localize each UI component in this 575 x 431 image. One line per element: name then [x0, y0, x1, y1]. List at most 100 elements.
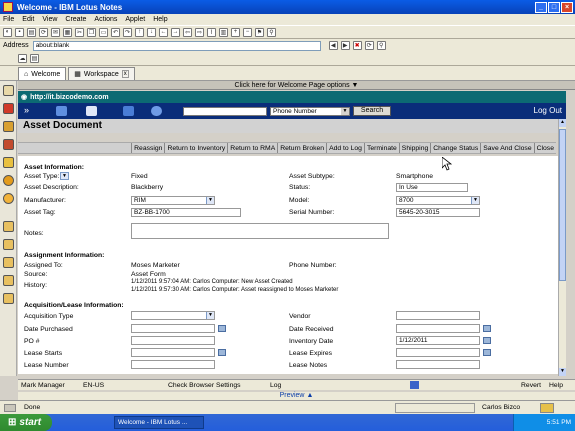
right-arrow-icon[interactable]: → — [171, 27, 180, 37]
status-field[interactable]: In Use — [396, 183, 468, 192]
help-link[interactable]: Help — [549, 382, 563, 389]
menu-create[interactable]: Create — [65, 16, 86, 23]
calendar-icon[interactable]: ▦ — [63, 27, 72, 37]
mail-bookmark-icon[interactable] — [3, 103, 14, 114]
copy-icon[interactable]: ❐ — [87, 27, 96, 37]
stop-icon[interactable]: ✖ — [352, 41, 362, 50]
chat-icon[interactable]: ☁ — [18, 54, 27, 63]
home-bookmark-icon[interactable] — [3, 85, 14, 96]
redo-icon[interactable]: ↷ — [123, 27, 132, 37]
nav-app-icon-4[interactable] — [151, 106, 162, 116]
change-status-button[interactable]: Change Status — [430, 143, 480, 153]
logout-link[interactable]: Log Out — [534, 106, 562, 115]
forward-icon[interactable]: ⇨ — [195, 27, 204, 37]
menu-edit[interactable]: Edit — [22, 16, 34, 23]
return-to-inventory-button[interactable]: Return to Inventory — [164, 143, 227, 153]
attach-icon[interactable]: ⌇ — [207, 27, 216, 37]
nav-app-icon-1[interactable] — [56, 106, 67, 116]
taskbar-item-lotus[interactable]: Welcome - IBM Lotus ... — [114, 416, 204, 429]
date-purchased-field[interactable] — [131, 324, 215, 333]
nav-app-icon-2[interactable] — [86, 106, 97, 116]
undo-icon[interactable]: ↶ — [111, 27, 120, 37]
replicate-icon[interactable]: ⟳ — [39, 27, 48, 37]
calendar-picker-icon[interactable] — [218, 325, 226, 332]
cut-icon[interactable]: ✂ — [75, 27, 84, 37]
menu-applet[interactable]: Applet — [125, 16, 145, 23]
lease-starts-field[interactable] — [131, 348, 215, 357]
folder-bookmark-icon-2[interactable] — [3, 239, 14, 250]
return-to-rma-button[interactable]: Return to RMA — [227, 143, 277, 153]
menu-file[interactable]: File — [3, 16, 14, 23]
calendar-picker-icon[interactable] — [483, 325, 491, 332]
open-list-icon[interactable]: ▤ — [30, 54, 39, 63]
mail-status-icon[interactable] — [540, 403, 554, 413]
calendar-picker-icon[interactable] — [218, 349, 226, 356]
minimize-button[interactable]: _ — [535, 1, 547, 13]
manufacturer-select[interactable]: RIM ▼ — [131, 196, 215, 205]
check-browser-settings-link[interactable]: Check Browser Settings — [168, 382, 241, 389]
search-button[interactable]: Search — [353, 106, 391, 116]
close-button[interactable]: × — [561, 1, 573, 13]
model-select[interactable]: 8700 ▼ — [396, 196, 480, 205]
table-icon[interactable]: ▥ — [219, 27, 228, 37]
lease-notes-field[interactable] — [396, 360, 480, 369]
terminate-button[interactable]: Terminate — [363, 143, 399, 153]
address-input[interactable]: about:blank — [32, 40, 321, 51]
back-icon[interactable]: ◀ — [328, 41, 338, 50]
vertical-scrollbar[interactable]: ▲ ▼ — [558, 119, 566, 376]
vendor-field[interactable] — [396, 311, 480, 320]
zoom-in-icon[interactable]: + — [231, 27, 240, 37]
mail-icon[interactable]: ✉ — [51, 27, 60, 37]
flag-icon[interactable]: ⚑ — [255, 27, 264, 37]
po-number-field[interactable] — [131, 336, 215, 345]
calendar-picker-icon[interactable] — [483, 337, 491, 344]
welcome-options-bar[interactable]: Click here for Welcome Page options ▼ — [18, 81, 575, 90]
scroll-thumb[interactable] — [559, 129, 566, 281]
calendar-bookmark-icon[interactable] — [3, 121, 14, 132]
double-chevron-icon[interactable]: » — [24, 105, 29, 115]
asset-tag-field[interactable]: BZ-BB-1700 — [131, 208, 241, 217]
tab-workspace[interactable]: ▦ Workspace x — [68, 67, 135, 80]
todo-bookmark-icon[interactable] — [3, 157, 14, 168]
lease-expires-field[interactable] — [396, 348, 480, 357]
close-tab-icon[interactable]: x — [121, 70, 129, 78]
monitor-icon[interactable] — [410, 381, 419, 389]
maximize-button[interactable]: □ — [548, 1, 560, 13]
scroll-down-icon[interactable]: ▼ — [559, 368, 566, 376]
menu-actions[interactable]: Actions — [94, 16, 117, 23]
save-icon[interactable]: ▪ — [15, 27, 24, 37]
add-to-log-button[interactable]: Add to Log — [326, 143, 364, 153]
mark-manager-link[interactable]: Mark Manager — [21, 382, 65, 389]
left-arrow-icon[interactable]: ← — [159, 27, 168, 37]
menu-help[interactable]: Help — [153, 16, 167, 23]
serial-number-field[interactable]: 5645-20-3015 — [396, 208, 480, 217]
paste-icon[interactable]: ▭ — [99, 27, 108, 37]
favorites-bookmark-icon[interactable] — [3, 193, 14, 204]
asset-type-dropdown-icon[interactable]: ▼ — [60, 172, 69, 180]
folder-bookmark-icon-4[interactable] — [3, 275, 14, 286]
open-icon[interactable]: ◐ — [3, 27, 12, 37]
refresh-icon[interactable]: ⟳ — [364, 41, 374, 50]
calendar-picker-icon[interactable] — [483, 349, 491, 356]
nav-app-icon-3[interactable] — [123, 106, 134, 116]
revert-link[interactable]: Revert — [521, 382, 541, 389]
acquisition-type-select[interactable]: ▼ — [131, 311, 215, 320]
tab-welcome[interactable]: ⌂ Welcome — [18, 67, 67, 80]
folder-bookmark-icon-1[interactable] — [3, 221, 14, 232]
date-received-field[interactable] — [396, 324, 480, 333]
language-indicator[interactable]: EN-US — [83, 382, 104, 389]
return-broken-button[interactable]: Return Broken — [277, 143, 326, 153]
search-icon[interactable]: ⚲ — [376, 41, 386, 50]
zoom-out-icon[interactable]: − — [243, 27, 252, 37]
down-arrow-icon[interactable]: ↓ — [147, 27, 156, 37]
folder-bookmark-icon-5[interactable] — [3, 293, 14, 304]
print-icon[interactable]: ▤ — [27, 27, 36, 37]
start-button[interactable]: ⊞ start — [0, 414, 52, 431]
preview-bar[interactable]: Preview ▲ — [18, 392, 575, 400]
site-search-input[interactable] — [183, 107, 267, 116]
save-and-close-button[interactable]: Save And Close — [480, 143, 533, 153]
folder-bookmark-icon-3[interactable] — [3, 257, 14, 268]
inventory-date-field[interactable]: 1/12/2011 — [396, 336, 480, 345]
find-icon[interactable]: ⚲ — [267, 27, 276, 37]
notes-textarea[interactable] — [131, 223, 389, 239]
